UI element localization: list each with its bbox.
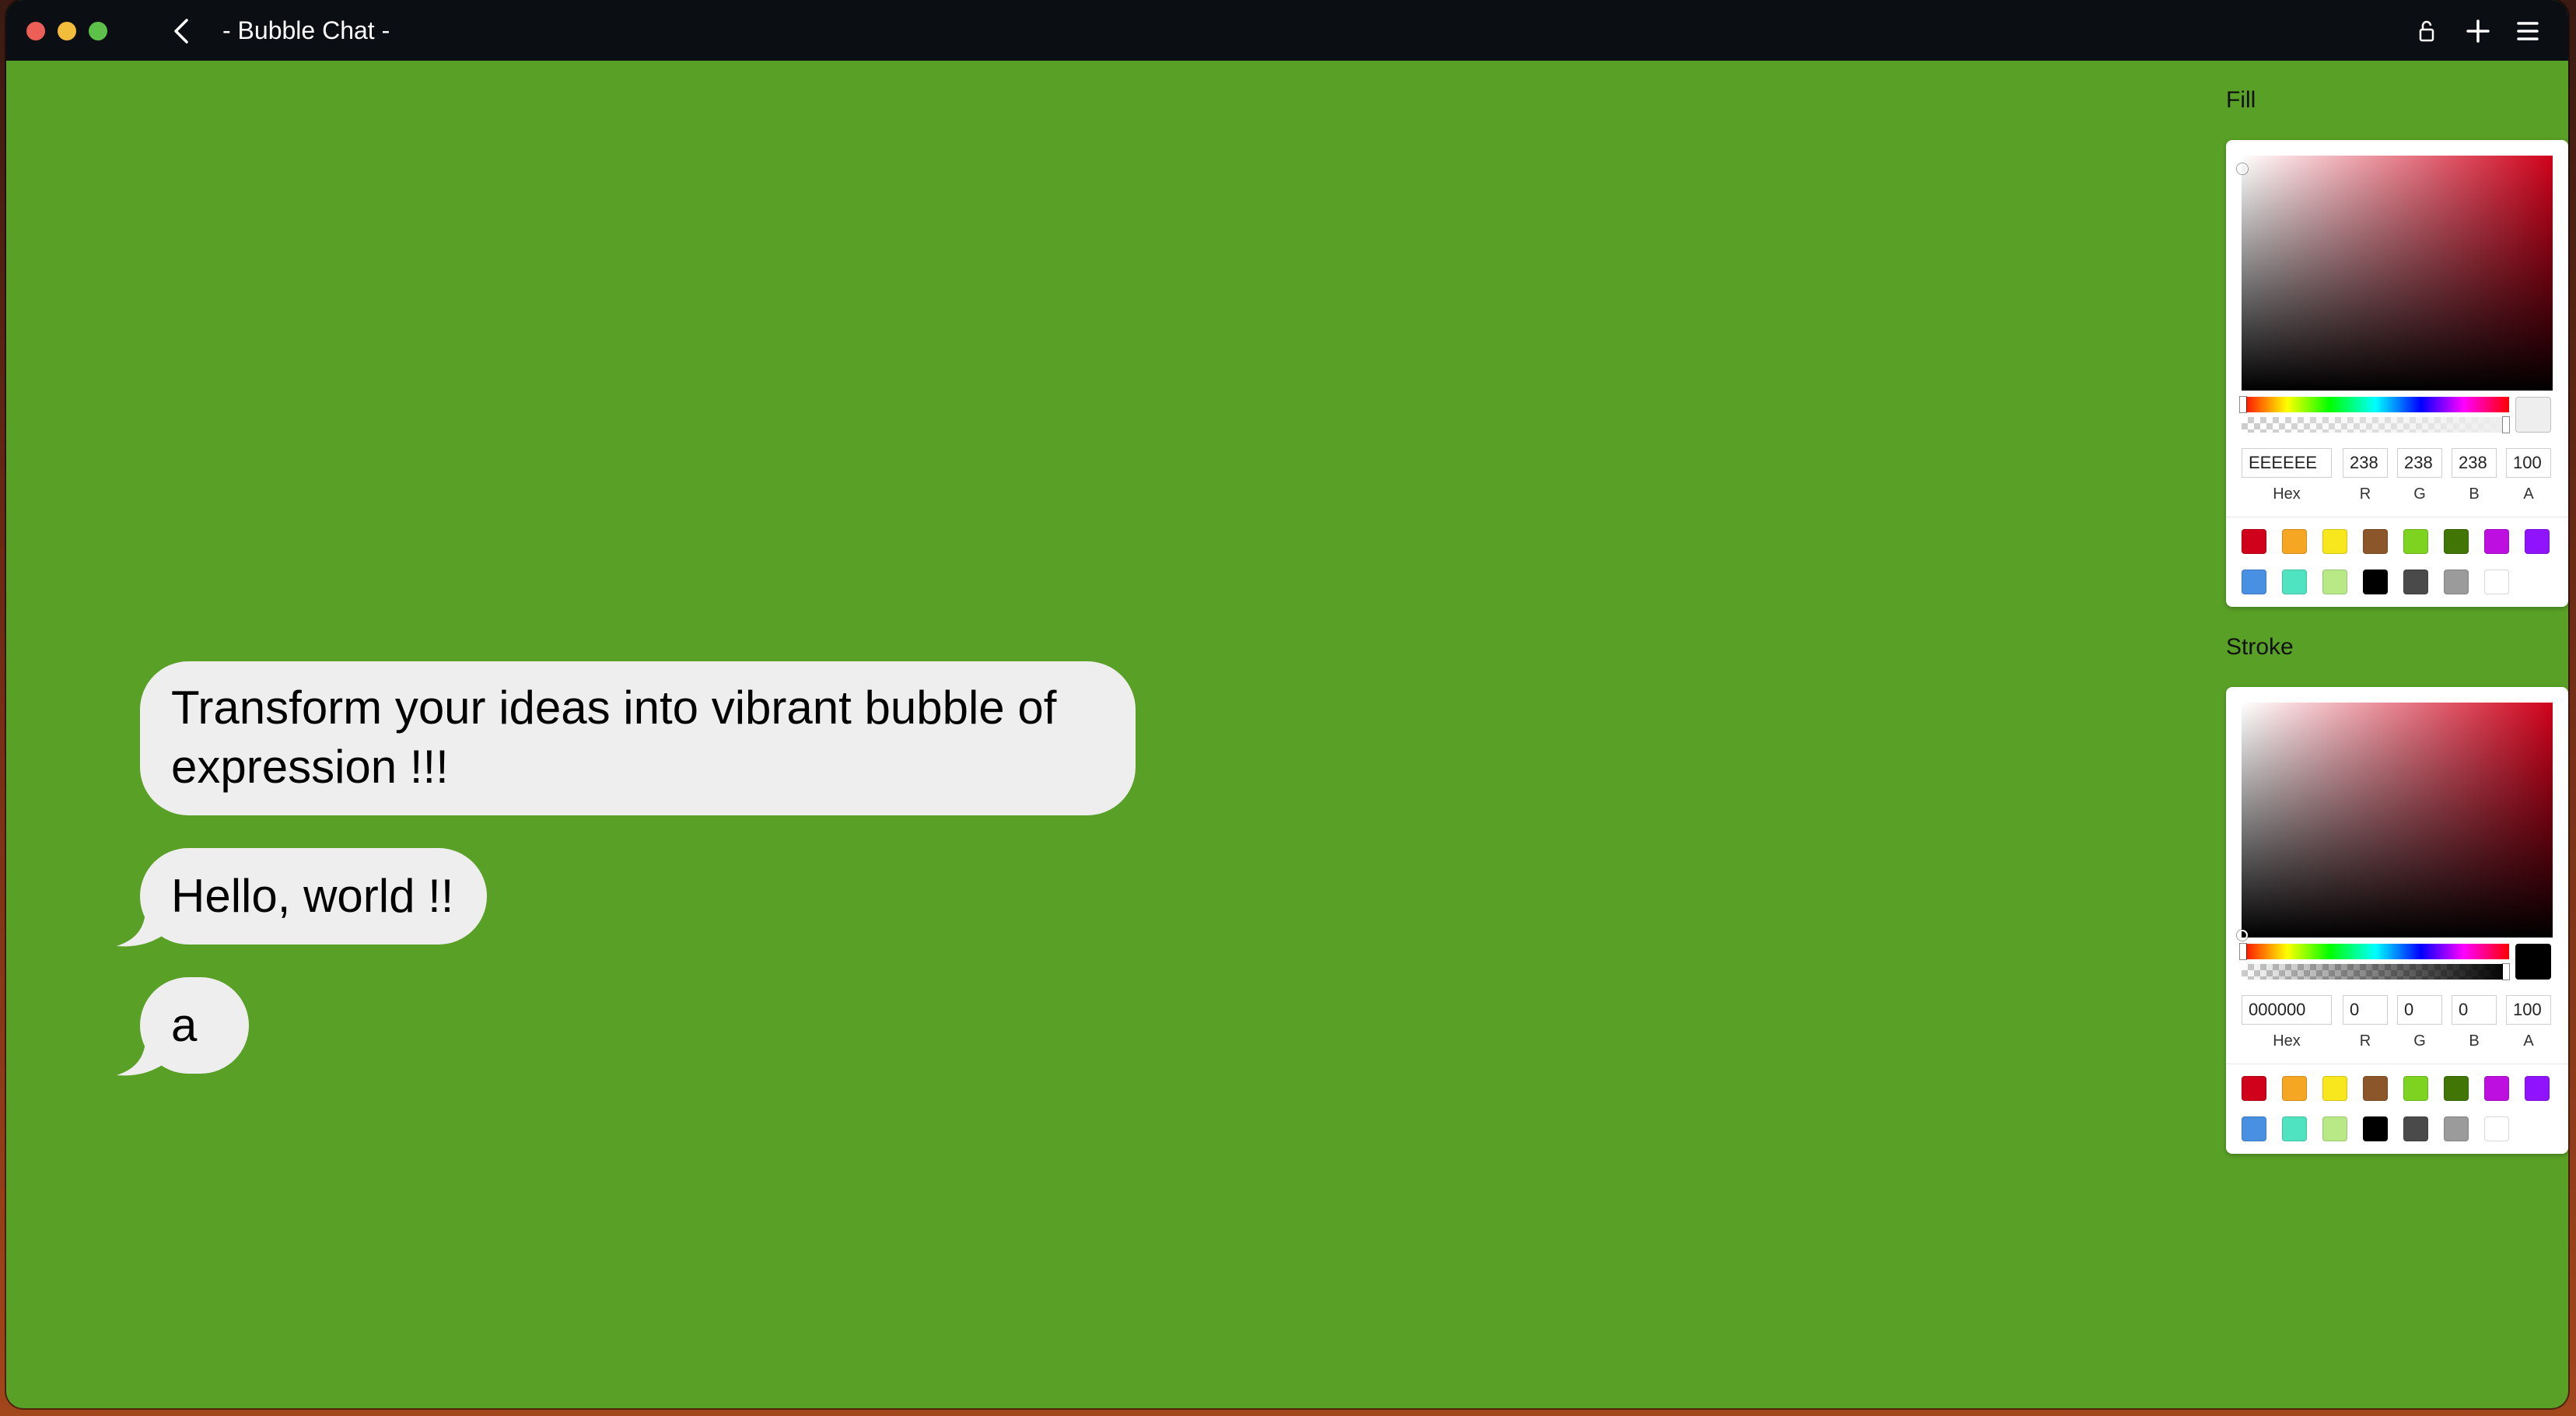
color-swatch[interactable] <box>2484 570 2509 594</box>
a-label: A <box>2523 1032 2534 1050</box>
color-swatch[interactable] <box>2484 529 2509 554</box>
lock-button[interactable] <box>2411 16 2442 47</box>
r-label: R <box>2359 485 2371 503</box>
stroke-hue-handle[interactable] <box>2240 944 2246 959</box>
color-swatch[interactable] <box>2242 1076 2266 1101</box>
chat-bubble[interactable]: Hello, world !! <box>117 848 487 947</box>
bubble-text: a <box>171 999 198 1051</box>
fill-color-picker: EEEEEE 238 238 238 100 Hex R G B A <box>2226 140 2568 607</box>
color-swatch[interactable] <box>2363 570 2388 594</box>
fill-r-input[interactable]: 238 <box>2343 448 2388 478</box>
fill-hue-slider[interactable] <box>2240 397 2509 412</box>
color-swatch[interactable] <box>2282 1076 2307 1101</box>
color-swatch[interactable] <box>2322 529 2347 554</box>
fill-alpha-gradient <box>2242 417 2509 433</box>
fill-saturation-handle[interactable] <box>2237 163 2248 174</box>
color-swatch[interactable] <box>2282 570 2307 594</box>
stroke-saturation-area[interactable] <box>2237 703 2553 941</box>
stroke-b-input[interactable]: 0 <box>2452 995 2497 1025</box>
bubble-tail <box>117 1030 163 1076</box>
color-swatch[interactable] <box>2403 1116 2428 1141</box>
back-button[interactable] <box>166 14 198 48</box>
fill-hex-input[interactable]: EEEEEE <box>2242 448 2332 478</box>
stroke-label: Stroke <box>2226 634 2294 660</box>
color-swatch[interactable] <box>2525 1076 2550 1101</box>
lock-icon <box>2419 20 2434 42</box>
chat-bubble[interactable]: Transform your ideas into vibrant bubble… <box>140 661 1136 815</box>
fill-label: Fill <box>2226 87 2256 113</box>
window-title: - Bubble Chat - <box>222 16 390 44</box>
stroke-alpha-gradient <box>2242 964 2509 980</box>
color-swatch[interactable] <box>2484 1076 2509 1101</box>
fill-color-preview <box>2515 397 2551 433</box>
fill-alpha-handle[interactable] <box>2503 417 2509 433</box>
stroke-g-input[interactable]: 0 <box>2397 995 2442 1025</box>
fill-b-input[interactable]: 238 <box>2452 448 2497 478</box>
color-swatch[interactable] <box>2363 529 2388 554</box>
color-swatch[interactable] <box>2444 1116 2469 1141</box>
zoom-window-button[interactable] <box>89 22 107 40</box>
color-swatch[interactable] <box>2363 1076 2388 1101</box>
color-swatch[interactable] <box>2444 529 2469 554</box>
g-label: G <box>2413 485 2426 503</box>
chat-bubble[interactable]: a <box>117 977 249 1076</box>
color-swatch[interactable] <box>2322 570 2347 594</box>
fill-saturation-area[interactable] <box>2237 156 2553 391</box>
stroke-hex-input[interactable]: 000000 <box>2242 995 2332 1025</box>
color-swatch[interactable] <box>2403 529 2428 554</box>
title-bar: - Bubble Chat - <box>6 0 2568 61</box>
menu-button[interactable] <box>2512 16 2543 47</box>
stroke-r-input[interactable]: 0 <box>2343 995 2388 1025</box>
color-swatch[interactable] <box>2282 1116 2307 1141</box>
color-swatch[interactable] <box>2242 529 2266 554</box>
bubble-text: Hello, world !! <box>171 870 454 922</box>
a-label: A <box>2523 485 2534 503</box>
stroke-a-input[interactable]: 100 <box>2506 995 2551 1025</box>
stroke-color-picker: 000000 0 0 0 100 Hex R G B A <box>2226 687 2568 1154</box>
r-label: R <box>2359 1032 2371 1050</box>
hamburger-menu-icon <box>2517 22 2539 40</box>
color-swatch[interactable] <box>2242 1116 2266 1141</box>
g-label: G <box>2413 1032 2426 1050</box>
add-button[interactable] <box>2462 16 2494 47</box>
color-swatch[interactable] <box>2525 529 2550 554</box>
stroke-hue-slider[interactable] <box>2240 944 2509 959</box>
color-swatch[interactable] <box>2444 570 2469 594</box>
fill-a-input[interactable]: 100 <box>2506 448 2551 478</box>
stroke-saturation-handle[interactable] <box>2237 930 2248 941</box>
stroke-alpha-slider[interactable] <box>2242 964 2509 980</box>
stroke-alpha-handle[interactable] <box>2503 964 2509 980</box>
plus-icon <box>2466 19 2490 43</box>
bubble-text: Transform your ideas into vibrant bubble… <box>171 682 1057 793</box>
stroke-color-preview <box>2515 944 2551 980</box>
color-swatch[interactable] <box>2322 1076 2347 1101</box>
fill-alpha-slider[interactable] <box>2242 417 2509 433</box>
color-swatch[interactable] <box>2242 570 2266 594</box>
color-swatch[interactable] <box>2282 529 2307 554</box>
color-swatch[interactable] <box>2363 1116 2388 1141</box>
fill-g-input[interactable]: 238 <box>2397 448 2442 478</box>
chevron-left-icon <box>174 19 188 44</box>
color-swatch[interactable] <box>2322 1116 2347 1141</box>
color-swatch[interactable] <box>2403 1076 2428 1101</box>
hex-label: Hex <box>2273 485 2301 503</box>
color-swatch[interactable] <box>2484 1116 2509 1141</box>
app-window: - Bubble Chat - Transform your ideas int… <box>6 0 2568 1408</box>
b-label: B <box>2469 485 2480 503</box>
fill-hue-handle[interactable] <box>2240 397 2246 412</box>
color-swatch[interactable] <box>2403 570 2428 594</box>
color-swatch[interactable] <box>2444 1076 2469 1101</box>
bubble-tail <box>117 901 163 947</box>
hex-label: Hex <box>2273 1032 2301 1050</box>
b-label: B <box>2469 1032 2480 1050</box>
minimize-window-button[interactable] <box>58 22 76 40</box>
close-window-button[interactable] <box>26 22 45 40</box>
